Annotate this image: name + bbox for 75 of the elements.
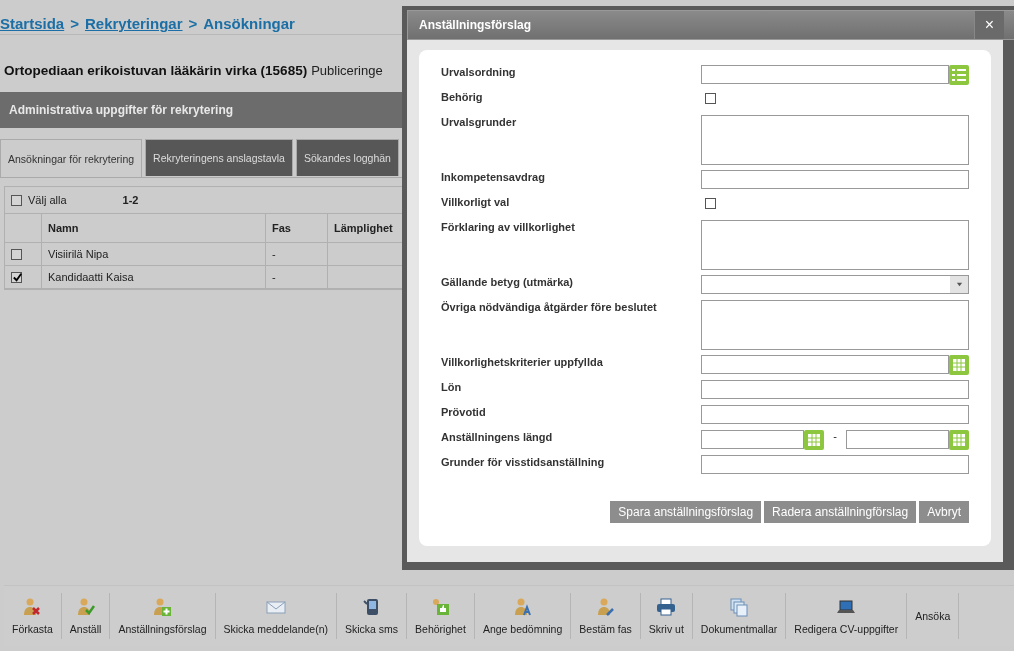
field-label: Övriga nödvändiga åtgärder före beslutet — [441, 300, 658, 315]
input-field[interactable] — [701, 405, 969, 424]
text-area[interactable] — [701, 220, 969, 270]
result-range: 1-2 — [122, 194, 139, 206]
thumbs-up-icon — [430, 597, 451, 617]
toolbar-button[interactable]: Skicka sms — [337, 593, 408, 639]
input-field[interactable] — [701, 380, 969, 399]
toolbar-button[interactable]: Skicka meddelande(n) — [215, 593, 337, 639]
toolbar-button[interactable]: Anställningsförslag — [110, 593, 216, 639]
close-button[interactable]: × — [974, 11, 1004, 39]
toolbar-button[interactable]: Förkasta — [4, 593, 62, 639]
applicant-name: Kandidaatti Kaisa — [48, 271, 134, 283]
calendar-icon[interactable] — [804, 430, 824, 450]
date-field[interactable] — [846, 430, 949, 449]
field-label: Förklaring av villkorlighet — [441, 220, 576, 235]
text-area[interactable] — [701, 115, 969, 165]
applicant-name: Visiirilä Nipa — [48, 248, 109, 260]
field-label: Urvalsgrunder — [441, 115, 518, 130]
column-header: Lämplighet — [334, 222, 393, 234]
list-icon[interactable] — [949, 65, 969, 85]
dialog-title: Anställningsförslag — [419, 18, 531, 32]
column-header: Fas — [272, 222, 291, 234]
row-checkbox[interactable] — [11, 248, 22, 260]
dropdown[interactable] — [701, 275, 969, 294]
field-label: Villkorligt val — [441, 195, 511, 210]
toolbar-button[interactable]: Ansöka — [907, 593, 960, 639]
caret-icon — [955, 281, 963, 288]
row-checkbox[interactable] — [11, 271, 22, 283]
text-area[interactable] — [701, 300, 969, 350]
toolbar-button[interactable]: Redigera CV-uppgifter — [786, 593, 908, 639]
select-all-label: Välj alla — [28, 194, 67, 206]
column-header: Namn — [48, 222, 79, 234]
phase-cell: - — [272, 248, 276, 260]
field-label: Villkorlighetskriterier uppfyllda — [441, 355, 604, 370]
checkbox[interactable] — [11, 194, 22, 206]
input-field[interactable] — [701, 65, 949, 84]
breadcrumb-separator: > — [70, 15, 79, 32]
field-label: Behörig — [441, 90, 484, 105]
phase-cell: - — [272, 271, 276, 283]
calendar-icon[interactable] — [949, 355, 969, 375]
field-label: Grunder för visstidsanställning — [441, 455, 606, 470]
toolbar-button[interactable]: Ange bedömning — [474, 593, 572, 639]
printer-icon — [656, 597, 677, 617]
tab[interactable]: Ansökningar för rekrytering — [0, 139, 143, 177]
documents-icon — [729, 597, 750, 617]
person-plus-icon — [152, 597, 173, 617]
date-field[interactable] — [701, 430, 804, 449]
field-label: Inkompetensavdrag — [441, 170, 546, 185]
toolbar-button[interactable]: Behörighet — [407, 593, 475, 639]
field-label: Gällande betyg (utmärka) — [441, 275, 575, 290]
field-label: Prövotid — [441, 405, 487, 420]
field-label: Urvalsordning — [441, 65, 517, 80]
calendar-icon[interactable] — [949, 430, 969, 450]
toolbar-button[interactable]: Bestäm fas — [571, 593, 641, 639]
checkbox[interactable] — [705, 198, 717, 209]
person-wrench-icon — [595, 597, 616, 617]
toolbar-button[interactable]: Skriv ut — [640, 593, 693, 639]
person-cross-icon — [22, 597, 43, 617]
input-field[interactable] — [701, 170, 969, 189]
toolbar-button[interactable]: Dokumentmallar — [692, 593, 787, 639]
date-field[interactable] — [701, 355, 949, 374]
publication-text: Publiceringe — [311, 63, 383, 78]
breadcrumb-separator: > — [188, 15, 198, 32]
field-label: Lön — [441, 380, 463, 395]
field-label: Anställningens längd — [441, 430, 554, 445]
input-field[interactable] — [701, 455, 969, 474]
breadcrumb-current: Ansökningar — [203, 15, 295, 32]
toolbar-button[interactable]: Anställ — [61, 593, 111, 639]
job-title: Ortopediaan erikoistuvan lääkärin virka (15685) — [4, 63, 308, 78]
person-letter-icon — [512, 597, 533, 617]
checkbox[interactable] — [705, 93, 717, 104]
tab[interactable]: Rekryteringens anslagstavla — [145, 139, 293, 176]
tab[interactable]: Sökandes logghän — [295, 139, 399, 176]
range-separator: - — [832, 430, 838, 442]
person-check-icon — [75, 597, 96, 617]
